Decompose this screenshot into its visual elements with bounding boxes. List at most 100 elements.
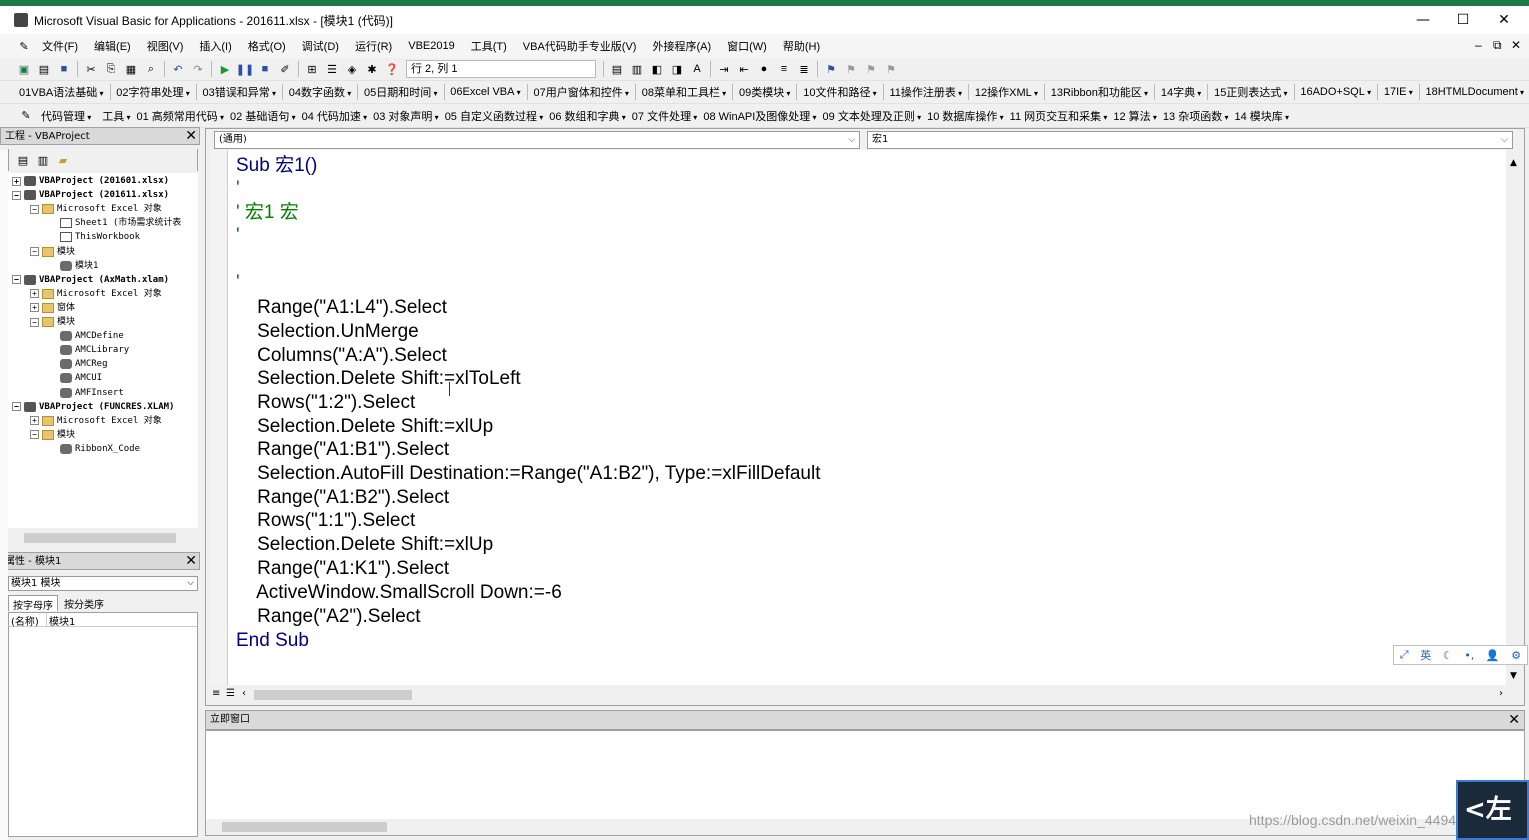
find-icon[interactable]: ⌕ [142, 60, 160, 78]
code-manager-label[interactable]: 代码管理 [36, 108, 99, 124]
break-icon[interactable]: ❚❚ [236, 60, 254, 78]
procedure-view-icon[interactable]: ≡ [212, 688, 220, 699]
code-line[interactable]: Range("A1:L4").Select [236, 296, 447, 319]
excel-view-icon[interactable]: ▣ [15, 60, 33, 78]
code-library-dropdown[interactable]: 10 数据库操作 [924, 108, 1007, 124]
code-hscrollbar[interactable]: ≡ ☰ ‹ › [210, 687, 1507, 703]
code-library-dropdown[interactable]: 04 代码加速 [299, 108, 371, 124]
collapse-icon[interactable]: − [30, 430, 39, 440]
vba-menu-icon[interactable]: ✎ [15, 37, 33, 55]
helper-menu-dropdown[interactable]: 03错误和异常 [198, 84, 282, 100]
object-combo[interactable]: (通用) [214, 131, 860, 149]
ime-punct-icon[interactable]: •, [1464, 649, 1474, 662]
previous-bookmark-icon[interactable]: ⚑ [862, 60, 880, 78]
helper-menu-dropdown[interactable]: 12操作XML [970, 84, 1043, 100]
code-line[interactable]: ActiveWindow.SmallScroll Down:=-6 [236, 581, 562, 604]
procedure-combo[interactable]: 宏1 [867, 131, 1513, 149]
project-panel-close-icon[interactable]: ✕ [185, 128, 197, 144]
code-library-dropdown[interactable]: 03 对象声明 [370, 108, 442, 124]
code-line[interactable]: Selection.Delete Shift:=xlUp [236, 415, 493, 438]
menu-item[interactable]: 窗口(W) [719, 38, 775, 54]
tree-node[interactable]: 模块1 [48, 259, 98, 273]
code-line[interactable]: Selection.UnMerge [236, 320, 419, 343]
clear-bookmarks-icon[interactable]: ⚑ [882, 60, 900, 78]
expand-icon[interactable]: + [30, 289, 39, 299]
insert-userform-icon[interactable]: ▤ [35, 60, 53, 78]
menu-item[interactable]: 插入(I) [191, 38, 239, 54]
scroll-thumb[interactable] [222, 822, 387, 832]
tree-node[interactable]: − 模块 [30, 315, 75, 329]
parameter-info-icon[interactable]: ◨ [668, 60, 686, 78]
menu-item[interactable]: VBA代码助手专业版(V) [515, 38, 645, 54]
helper-menu-dropdown[interactable]: 01VBA语法基础 [14, 84, 109, 100]
menu-item[interactable]: 帮助(H) [775, 38, 828, 54]
edit-list-properties-icon[interactable]: ▤ [608, 60, 626, 78]
code-library-dropdown[interactable]: 02 基础语句 [227, 108, 299, 124]
tree-node[interactable]: − VBAProject (FUNCRES.XLAM) [12, 400, 174, 414]
helper-menu-dropdown[interactable]: 13Ribbon和功能区 [1046, 84, 1153, 100]
tree-node[interactable]: RibbonX_Code [48, 442, 140, 456]
helper-menu-dropdown[interactable]: 16ADO+SQL [1295, 86, 1376, 98]
tree-node[interactable]: + VBAProject (201601.xlsx) [12, 174, 169, 188]
property-value[interactable]: 模块1 [47, 613, 75, 628]
code-library-dropdown[interactable]: 11 网页交互和采集 [1007, 108, 1111, 124]
indent-icon[interactable]: ⇥ [715, 60, 733, 78]
uncomment-block-icon[interactable]: ≣ [795, 60, 813, 78]
code-library-dropdown[interactable]: 13 杂项函数 [1160, 108, 1232, 124]
tree-node[interactable]: − Microsoft Excel 对象 [30, 202, 162, 216]
code-library-dropdown[interactable]: 07 文件处理 [629, 108, 701, 124]
tab-alphabetic[interactable]: 按字母序 [8, 595, 58, 612]
menu-item[interactable]: 视图(V) [139, 38, 192, 54]
helper-menu-dropdown[interactable]: 18HTMLDocument [1420, 86, 1529, 98]
menu-item[interactable]: 调试(D) [294, 38, 347, 54]
full-module-view-icon[interactable]: ☰ [226, 688, 235, 699]
ime-switch-icon[interactable]: ⤢ [1400, 648, 1409, 662]
tree-node[interactable]: − 模块 [30, 245, 75, 259]
collapse-icon[interactable]: − [30, 247, 39, 256]
toolbox-icon[interactable]: ✱ [363, 60, 381, 78]
close-button[interactable]: ✕ [1484, 6, 1524, 34]
immediate-close-icon[interactable]: ✕ [1508, 712, 1520, 728]
tree-node[interactable]: + 窗体 [30, 301, 75, 315]
code-line[interactable]: Selection.Delete Shift:=xlUp [236, 533, 493, 556]
scroll-thumb[interactable] [24, 533, 176, 543]
code-library-dropdown[interactable]: 05 自定义函数过程 [442, 108, 547, 124]
helper-menu-dropdown[interactable]: 14字典 [1156, 84, 1207, 100]
code-line[interactable]: Range("A2").Select [236, 605, 420, 628]
project-tree-hscrollbar[interactable] [8, 530, 198, 546]
scroll-right-icon[interactable]: › [1499, 688, 1503, 699]
scroll-thumb[interactable] [254, 690, 412, 700]
code-vscrollbar[interactable]: ▲ ▼ [1507, 150, 1523, 685]
code-line[interactable]: Sub 宏1() [236, 154, 317, 177]
code-library-dropdown[interactable]: 08 WinAPI及图像处理 [700, 108, 819, 124]
code-library-dropdown[interactable]: 09 文本处理及正则 [820, 108, 925, 124]
helper-menu-dropdown[interactable]: 05日期和时间 [359, 84, 443, 100]
code-line[interactable]: ' [236, 224, 240, 247]
next-bookmark-icon[interactable]: ⚑ [842, 60, 860, 78]
view-code-icon[interactable]: ▤ [14, 151, 32, 169]
ime-moon-icon[interactable]: ☾ [1443, 649, 1453, 662]
toggle-breakpoint-icon[interactable]: ● [755, 60, 773, 78]
tree-node[interactable]: AMCReg [48, 357, 108, 371]
menu-item[interactable]: 编辑(E) [86, 38, 139, 54]
tab-categorized[interactable]: 按分类序 [60, 595, 108, 611]
expand-icon[interactable]: + [30, 416, 39, 426]
code-line[interactable]: Range("A1:B2").Select [236, 486, 449, 509]
menu-item[interactable]: VBE2019 [400, 40, 462, 52]
project-explorer-icon[interactable]: ⊞ [303, 60, 321, 78]
code-library-dropdown[interactable]: 01 高频常用代码 [134, 108, 228, 124]
scroll-up-icon[interactable]: ▲ [1510, 158, 1517, 168]
properties-icon[interactable]: ☰ [323, 60, 341, 78]
helper-menu-dropdown[interactable]: 07用户窗体和控件 [528, 84, 634, 100]
menu-item[interactable]: 文件(F) [34, 38, 86, 54]
tree-node[interactable]: + Microsoft Excel 对象 [30, 287, 162, 301]
code-line[interactable]: Selection.Delete Shift:=xlToLeft [236, 367, 521, 390]
run-icon[interactable]: ▶ [216, 60, 234, 78]
expand-icon[interactable]: + [30, 303, 39, 313]
tree-node[interactable]: ThisWorkbook [48, 230, 140, 244]
code-line[interactable]: ' 宏1 宏 [236, 201, 299, 224]
code-line[interactable]: End Sub [236, 629, 309, 652]
help-icon[interactable]: ❓ [383, 60, 401, 78]
maximize-button[interactable]: ☐ [1443, 6, 1483, 34]
tree-node[interactable]: Sheet1 (市场需求统计表 [48, 216, 181, 230]
